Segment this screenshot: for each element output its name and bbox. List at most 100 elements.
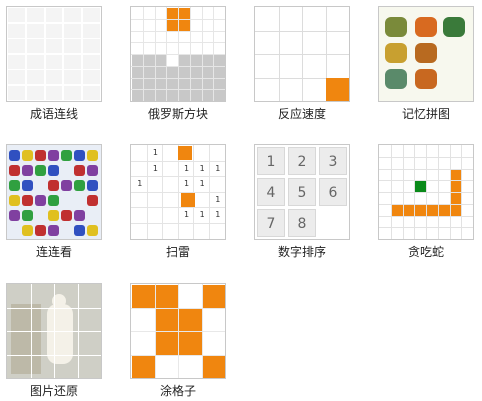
- lianliankan-thumbnail[interactable]: [6, 144, 102, 240]
- llk-tile: [74, 165, 85, 176]
- paint-cell-filled: [132, 356, 155, 379]
- llk-tile: [35, 150, 46, 161]
- idiom-cell: [46, 39, 63, 53]
- tetris-stack-block: [179, 67, 190, 78]
- llk-tile: [9, 150, 20, 161]
- tetris-thumbnail[interactable]: [130, 6, 226, 102]
- llk-tile: [22, 180, 33, 191]
- snake-segment: [439, 205, 450, 216]
- snake-segment: [451, 181, 462, 192]
- picture-restore-label[interactable]: 图片还原: [0, 384, 112, 398]
- tetris-block: [179, 20, 190, 31]
- tetris-stack-block: [179, 79, 190, 90]
- llk-tile: [87, 225, 98, 236]
- idiom-cell: [46, 70, 63, 84]
- tetris-stack-block: [144, 55, 155, 66]
- grid-line: [255, 54, 349, 55]
- snake-segment: [451, 205, 462, 216]
- tetris-stack-block: [191, 90, 202, 101]
- llk-tile: [35, 195, 46, 206]
- llk-tile: [87, 165, 98, 176]
- grid-line: [7, 331, 101, 332]
- tetris-stack-block: [167, 67, 178, 78]
- mine-number: 1: [211, 195, 225, 205]
- llk-tile: [9, 210, 20, 221]
- paint-grid-label[interactable]: 涂格子: [120, 384, 236, 398]
- idiom-cell: [8, 70, 25, 84]
- number-sort-thumbnail[interactable]: 123 456 78: [254, 144, 350, 240]
- idiom-cell: [27, 39, 44, 53]
- llk-tile: [48, 165, 59, 176]
- tetris-stack-block: [167, 79, 178, 90]
- idiom-cell: [27, 8, 44, 22]
- number-tile: 6: [319, 178, 347, 206]
- minesweeper-label[interactable]: 扫雷: [120, 245, 236, 259]
- llk-tile: [74, 180, 85, 191]
- tetris-stack-block: [156, 67, 167, 78]
- reaction-speed-label[interactable]: 反应速度: [244, 107, 360, 121]
- idiom-cell: [64, 70, 81, 84]
- snake-segment: [415, 205, 426, 216]
- idiom-link-thumbnail[interactable]: [6, 6, 102, 102]
- snake-label[interactable]: 贪吃蛇: [368, 245, 482, 259]
- idiom-cell: [8, 8, 25, 22]
- grid-line: [461, 145, 462, 239]
- tetris-block: [167, 20, 178, 31]
- paint-grid-thumbnail[interactable]: [130, 283, 226, 379]
- tetris-stack-block: [191, 79, 202, 90]
- llk-tile: [22, 150, 33, 161]
- llk-tile: [61, 150, 72, 161]
- number-tile: 3: [319, 147, 347, 175]
- number-tile: 2: [288, 147, 316, 175]
- tetris-stack-block: [191, 67, 202, 78]
- paint-cell-filled: [132, 285, 155, 308]
- tetris-block: [167, 8, 178, 19]
- tetris-stack-block: [203, 79, 214, 90]
- grid-line: [438, 145, 439, 239]
- snake-food: [415, 181, 426, 192]
- grid-line: [131, 331, 225, 332]
- idiom-cell: [46, 86, 63, 100]
- llk-tile: [35, 165, 46, 176]
- mine-number: 1: [180, 179, 194, 189]
- llk-tile: [87, 195, 98, 206]
- tetris-stack-block: [179, 55, 190, 66]
- idiom-link-label[interactable]: 成语连线: [0, 107, 112, 121]
- grid-line: [450, 145, 451, 239]
- idiom-cell-selected o: [26, 69, 44, 84]
- tetris-stack-block: [214, 90, 225, 101]
- llk-tile: [61, 210, 72, 221]
- grid-line: [379, 227, 473, 228]
- idiom-cell: [46, 8, 63, 22]
- tetris-label[interactable]: 俄罗斯方块: [120, 107, 236, 121]
- llk-tile: [48, 225, 59, 236]
- mine-number: 1: [195, 210, 209, 220]
- paint-cell-filled: [203, 356, 226, 379]
- grid-line: [131, 207, 225, 208]
- tetris-stack-block: [179, 90, 190, 101]
- snake-thumbnail[interactable]: [378, 144, 474, 240]
- number-sort-label[interactable]: 数字排序: [244, 245, 360, 259]
- memory-puzzle-thumbnail[interactable]: [378, 6, 474, 102]
- llk-tile: [74, 225, 85, 236]
- llk-tile: [22, 210, 33, 221]
- llk-tile: [87, 150, 98, 161]
- llk-tile: [61, 180, 72, 191]
- snake-segment: [392, 205, 403, 216]
- minesweeper-thumbnail[interactable]: 1111111111111: [130, 144, 226, 240]
- tetris-stack-block: [144, 79, 155, 90]
- picture-wall: [11, 304, 41, 374]
- tetris-stack-block: [214, 55, 225, 66]
- picture-restore-thumbnail[interactable]: [6, 283, 102, 379]
- memory-card-icon: [443, 17, 465, 37]
- idiom-cell: [8, 39, 25, 53]
- lianliankan-label[interactable]: 连连看: [0, 245, 112, 259]
- llk-tile: [35, 225, 46, 236]
- idiom-cell-selected o: [8, 85, 26, 100]
- idiom-cell: [83, 86, 100, 100]
- snake-segment: [404, 205, 415, 216]
- reaction-speed-thumbnail[interactable]: [254, 6, 350, 102]
- grid-line: [78, 284, 79, 378]
- idiom-cell: [46, 55, 63, 69]
- memory-puzzle-label[interactable]: 记忆拼图: [368, 107, 482, 121]
